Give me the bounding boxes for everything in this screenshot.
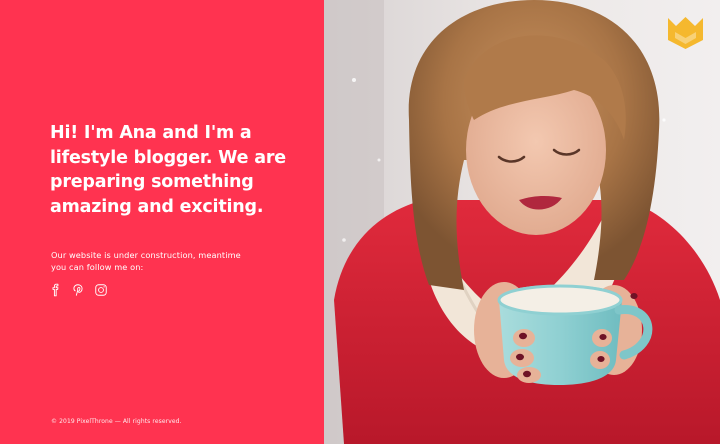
- instagram-icon: [95, 284, 107, 296]
- social-links: [48, 283, 108, 297]
- subtext: Our website is under construction, meant…: [51, 250, 241, 272]
- coming-soon-page: Hi! I'm Ana and I'm a lifestyle blogger.…: [0, 0, 720, 444]
- crown-logo-icon[interactable]: [665, 14, 706, 52]
- woman-with-mug-photo: [324, 0, 720, 444]
- hero-photo-panel: [324, 0, 720, 444]
- facebook-link[interactable]: [48, 283, 62, 297]
- headline: Hi! I'm Ana and I'm a lifestyle blogger.…: [50, 123, 286, 217]
- instagram-link[interactable]: [94, 283, 108, 297]
- copyright-footer: © 2019 PixelThrone — All rights reserved…: [51, 418, 182, 425]
- pinterest-link[interactable]: [71, 283, 85, 297]
- pinterest-icon: [73, 284, 83, 296]
- content-panel: Hi! I'm Ana and I'm a lifestyle blogger.…: [0, 0, 324, 444]
- facebook-icon: [52, 283, 59, 297]
